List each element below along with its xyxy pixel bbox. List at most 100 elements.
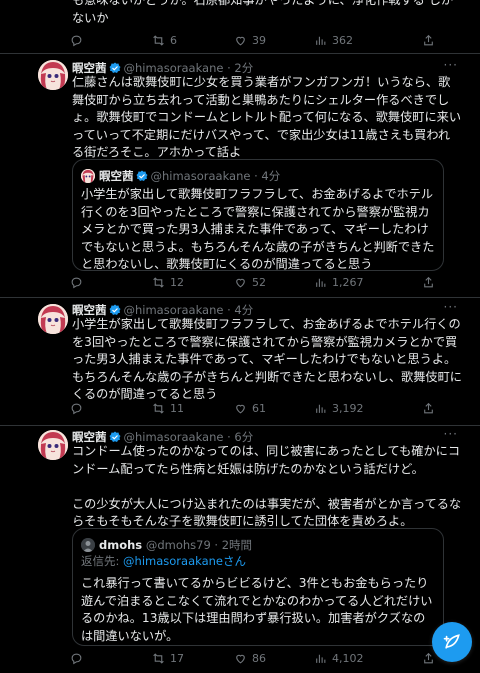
views-icon (316, 36, 326, 45)
tweet-actions: 12 52 1,267 (70, 276, 444, 292)
heart-icon (236, 654, 245, 664)
avatar-image (38, 304, 68, 334)
reply-to-mention[interactable]: @himasoraakaneさん (123, 554, 246, 568)
views-count: 3,192 (332, 402, 364, 415)
reply-icon (71, 653, 82, 665)
more-options-button[interactable]: ··· (444, 58, 458, 72)
reply-icon (71, 403, 82, 415)
handle[interactable]: @himasoraakane (124, 61, 224, 75)
share-button[interactable] (422, 34, 435, 47)
verified-badge-icon (109, 304, 120, 315)
retweet-icon (153, 35, 164, 46)
tweet-text: コンドーム使ったのかなってのは、同じ被害にあったとしても確かにコンドーム配ってた… (72, 444, 462, 528)
tweet-text: 仁藤さんは歌舞伎町に少女を買う業者がフンガフンガ！いうなら、歌舞伎町から立ち去れ… (72, 75, 462, 159)
tweet-text: も意味ないかどうか。石原都知事がやったように、浄化作戦する しかないか (72, 0, 454, 25)
handle[interactable]: @himasoraakane (124, 430, 224, 444)
quote-avatar (81, 169, 95, 183)
quote-avatar (81, 538, 95, 552)
timestamp[interactable]: · 4分 (227, 303, 253, 317)
tweet[interactable]: 暇空茜 @himasoraakane · 4分 ··· 小学生が家出して歌舞伎町フ… (0, 298, 480, 426)
timestamp[interactable]: · 6分 (227, 430, 253, 444)
quote-handle: @dmohs79 (145, 538, 211, 552)
display-name[interactable]: 暇空茜 (72, 430, 107, 444)
retweet-icon (153, 653, 164, 664)
timeline-feed: も意味ないかどうか。石原都知事がやったように、浄化作戦する しかないか 6 39… (0, 0, 480, 673)
retweet-count: 17 (170, 652, 184, 665)
retweet-button[interactable]: 11 (152, 402, 184, 415)
tweet-actions: 17 86 4,102 (70, 652, 444, 668)
views-button[interactable]: 362 (314, 34, 353, 47)
tweet[interactable]: 暇空茜 @himasoraakane · 2分 ··· 仁藤さんは歌舞伎町に少女を… (0, 54, 480, 298)
retweet-button[interactable]: 6 (152, 34, 177, 47)
reply-button[interactable] (70, 34, 88, 47)
reply-icon (71, 35, 82, 47)
handle[interactable]: @himasoraakane (124, 303, 224, 317)
reply-button[interactable] (70, 652, 88, 665)
compose-button[interactable] (432, 622, 472, 662)
verified-badge-icon (136, 170, 147, 181)
quote-handle: @himasoraakane (150, 169, 251, 183)
retweet-button[interactable]: 12 (152, 276, 184, 289)
tweet[interactable]: 暇空茜 @himasoraakane · 6分 ··· コンドーム使ったのかなって… (0, 426, 480, 673)
reply-to-line: 返信先: @himasoraakaneさん (81, 553, 435, 571)
views-button[interactable]: 4,102 (314, 652, 364, 665)
retweet-count: 12 (170, 276, 184, 289)
tweet-actions: 11 61 3,192 (70, 402, 444, 418)
timestamp[interactable]: · 2分 (227, 61, 253, 75)
retweet-icon (153, 277, 164, 288)
retweet-count: 11 (170, 402, 184, 415)
share-icon (424, 276, 433, 288)
tweet-actions: 6 39 362 (70, 34, 444, 50)
tweet-text: 小学生が家出して歌舞伎町フラフラして、お金あげるよでホテル行くのを3回やったとこ… (72, 317, 462, 401)
like-count: 39 (252, 34, 266, 47)
quote-header: 暇空茜 @himasoraakane · 4分 (81, 168, 280, 184)
heart-icon (236, 278, 245, 288)
views-icon (316, 404, 326, 413)
verified-badge-icon (109, 62, 120, 73)
like-button[interactable]: 61 (234, 402, 266, 415)
quote-tweet[interactable]: dmohs @dmohs79 · 2時間 返信先: @himasoraakane… (72, 528, 444, 646)
quote-tweet[interactable]: 暇空茜 @himasoraakane · 4分 小学生が家出して歌舞伎町フラフラし… (72, 159, 444, 271)
reply-button[interactable] (70, 276, 88, 289)
quote-header: dmohs @dmohs79 · 2時間 (81, 537, 252, 553)
like-button[interactable]: 52 (234, 276, 266, 289)
display-name[interactable]: 暇空茜 (72, 303, 107, 317)
views-button[interactable]: 3,192 (314, 402, 364, 415)
views-button[interactable]: 1,267 (314, 276, 364, 289)
avatar-image (38, 430, 68, 460)
heart-icon (236, 36, 245, 46)
like-button[interactable]: 39 (234, 34, 266, 47)
quote-text: 小学生が家出して歌舞伎町フラフラして、お金あげるよでホテル行くのを3回やったとこ… (81, 187, 435, 271)
views-count: 362 (332, 34, 353, 47)
avatar[interactable] (38, 60, 68, 90)
heart-icon (236, 404, 245, 414)
tweet-partial[interactable]: も意味ないかどうか。石原都知事がやったように、浄化作戦する しかないか 6 39… (0, 0, 480, 54)
retweet-count: 6 (170, 34, 177, 47)
more-options-button[interactable]: ··· (444, 427, 458, 441)
share-button[interactable] (422, 402, 435, 415)
compose-icon (443, 634, 460, 649)
views-count: 4,102 (332, 652, 364, 665)
avatar[interactable] (38, 304, 68, 334)
quote-text: これ暴行って書いてるからビビるけど、3件ともお金もらったり遊んで泊まるとこなくて… (81, 576, 433, 643)
display-name[interactable]: 暇空茜 (72, 61, 107, 75)
more-options-button[interactable]: ··· (444, 300, 458, 314)
like-button[interactable]: 86 (234, 652, 266, 665)
verified-badge-icon (109, 431, 120, 442)
share-icon (424, 34, 433, 46)
share-button[interactable] (422, 276, 435, 289)
retweet-button[interactable]: 17 (152, 652, 184, 665)
views-icon (316, 278, 326, 287)
like-count: 52 (252, 276, 266, 289)
views-count: 1,267 (332, 276, 364, 289)
reply-to-prefix: 返信先: (81, 554, 124, 568)
share-icon (424, 402, 433, 414)
like-count: 61 (252, 402, 266, 415)
quote-display-name: 暇空茜 (99, 169, 134, 183)
avatar-image (38, 60, 68, 90)
quote-timestamp: · 2時間 (214, 538, 253, 552)
reply-button[interactable] (70, 402, 88, 415)
avatar[interactable] (38, 430, 68, 460)
retweet-icon (153, 403, 164, 414)
share-button[interactable] (422, 652, 435, 665)
